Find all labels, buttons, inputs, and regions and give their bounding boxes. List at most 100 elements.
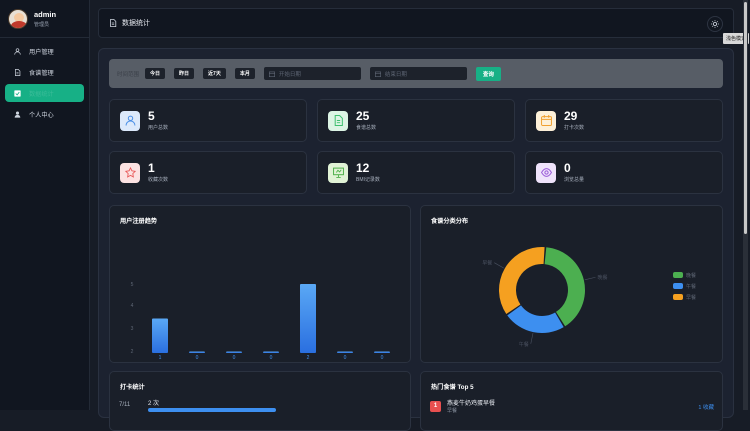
stat-value: 12 [356, 161, 370, 175]
star-icon [120, 162, 140, 183]
sidebar-item-profile[interactable]: 个人中心 [5, 105, 84, 123]
stat-label: 浏览总量 [564, 177, 585, 183]
end-date-placeholder: 结束日期 [384, 71, 407, 78]
checkin-panel: 打卡统计 7/11 2 次 [109, 371, 411, 431]
user-icon [120, 110, 140, 131]
stat-value: 1 [148, 161, 155, 175]
sidebar-item-users[interactable]: 用户管理 [5, 42, 84, 60]
stat-card-favorites: 1 收藏次数 [109, 151, 307, 194]
quick-yesterday-button[interactable]: 昨日 [174, 68, 195, 79]
slice-leader-line [494, 262, 504, 269]
bar [374, 351, 390, 353]
sidebar-item-label: 食谱管理 [29, 69, 54, 77]
legend-swatch [673, 294, 683, 300]
list-item[interactable]: 1 燕麦牛奶鸡蛋早餐 早餐 1 收藏 [430, 398, 716, 416]
registration-bar-chart: 5432117/1107/1207/1307/1427/1507/1607/17 [131, 282, 390, 361]
scrollbar[interactable] [743, 0, 748, 410]
slice-leader-line [584, 276, 596, 281]
sidebar-item-recipes[interactable]: 食谱管理 [5, 63, 84, 81]
slice-label: 午餐 [519, 341, 529, 348]
legend-label: 早餐 [686, 294, 696, 301]
legend-label: 午餐 [686, 283, 696, 290]
bar-value-label: 0 [196, 355, 199, 361]
header-bar: 数据统计 [98, 8, 734, 38]
user-role: 管理员 [34, 21, 50, 28]
legend-label: 晚餐 [686, 272, 696, 279]
stat-card-users: 5 用户总数 [109, 99, 307, 142]
theme-toggle-button[interactable] [707, 16, 723, 32]
calendar-icon [374, 71, 381, 77]
category-distribution-panel: 食谱分类分布 晚餐 午餐 早餐 晚餐 午餐 早餐 [420, 205, 723, 363]
bar-value-label: 1 [159, 355, 162, 361]
donut-slice [544, 247, 585, 327]
eye-icon [536, 162, 556, 183]
legend-swatch [673, 283, 683, 289]
query-button[interactable]: 查询 [475, 66, 501, 81]
monitor-icon [328, 162, 348, 183]
person-icon [14, 111, 21, 118]
bar-value-label: 0 [270, 355, 273, 361]
filter-label: 时间范围 [117, 71, 140, 78]
user-profile: admin 管理员 [0, 0, 89, 38]
calendar-icon [536, 110, 556, 131]
category-donut-chart: 晚餐午餐早餐晚餐午餐早餐 [482, 247, 696, 348]
stat-label: 食谱总数 [356, 125, 377, 131]
user-name: admin [34, 9, 57, 19]
sidebar-item-label: 数据统计 [29, 90, 54, 98]
stat-value: 29 [564, 109, 578, 123]
bar-value-label: 0 [381, 355, 384, 361]
top5-title: 热门食谱 Top 5 [431, 384, 474, 391]
main-content: 时间范围 今日 昨日 近7天 本月 开始日期 结束日期 查询 5 用户总数 25 食… [98, 48, 734, 431]
sidebar-nav: 用户管理 食谱管理 数据统计 个人中心 [0, 42, 89, 123]
rank-badge: 1 [430, 401, 441, 412]
sidebar: admin 管理员 用户管理 食谱管理 数据统计 个人中心 [0, 0, 90, 410]
donut-slice [507, 305, 564, 333]
checkin-progress-bar [148, 408, 276, 412]
legend-swatch [673, 272, 683, 278]
chart-icon [14, 89, 21, 97]
stat-value: 0 [564, 161, 571, 175]
stat-label: 收藏次数 [148, 177, 169, 183]
stat-value: 25 [356, 109, 370, 123]
checkin-title: 打卡统计 [120, 384, 145, 391]
checkin-value: 2 次 [148, 401, 160, 407]
quick-month-button[interactable]: 本月 [234, 68, 255, 79]
y-tick-label: 3 [131, 326, 134, 332]
sidebar-item-label: 个人中心 [29, 111, 54, 119]
document-icon [328, 110, 348, 131]
slice-label: 晚餐 [597, 274, 607, 281]
stat-label: 打卡次数 [564, 125, 585, 131]
bar [263, 351, 279, 353]
stat-label: BMI记录数 [356, 177, 380, 183]
recipe-name: 燕麦牛奶鸡蛋早餐 [447, 401, 496, 407]
slice-label: 早餐 [482, 260, 492, 267]
calendar-icon [268, 71, 275, 77]
bar-value-label: 0 [344, 355, 347, 361]
sidebar-item-label: 用户管理 [29, 48, 54, 56]
checkin-date: 7/11 [119, 402, 131, 408]
start-date-input[interactable]: 开始日期 [263, 67, 361, 80]
quick-today-button[interactable]: 今日 [145, 68, 166, 79]
bar [337, 351, 353, 353]
bar-value-label: 2 [307, 355, 310, 361]
page-title: 数据统计 [122, 20, 150, 27]
stat-card-views: 0 浏览总量 [525, 151, 723, 194]
y-tick-label: 2 [131, 349, 134, 355]
stat-card-recipes: 25 食谱总数 [317, 99, 515, 142]
end-date-input[interactable]: 结束日期 [369, 67, 467, 80]
quick-7days-button[interactable]: 近7天 [203, 68, 226, 79]
start-date-placeholder: 开始日期 [278, 71, 301, 78]
y-tick-label: 4 [131, 303, 134, 309]
stat-card-checkins: 29 打卡次数 [525, 99, 723, 142]
sidebar-item-statistics[interactable]: 数据统计 [5, 84, 84, 102]
sun-icon [711, 20, 719, 28]
bar [189, 351, 205, 353]
bar [300, 284, 316, 353]
bar [226, 351, 242, 353]
top5-panel: 热门食谱 Top 5 1 燕麦牛奶鸡蛋早餐 早餐 1 收藏 [420, 371, 723, 431]
filter-bar: 时间范围 今日 昨日 近7天 本月 开始日期 结束日期 查询 [109, 59, 723, 88]
document-icon [110, 19, 117, 27]
scrollbar-thumb[interactable] [744, 2, 747, 234]
stat-card-bmi: 12 BMI记录数 [317, 151, 515, 194]
stat-label: 用户总数 [148, 125, 169, 131]
